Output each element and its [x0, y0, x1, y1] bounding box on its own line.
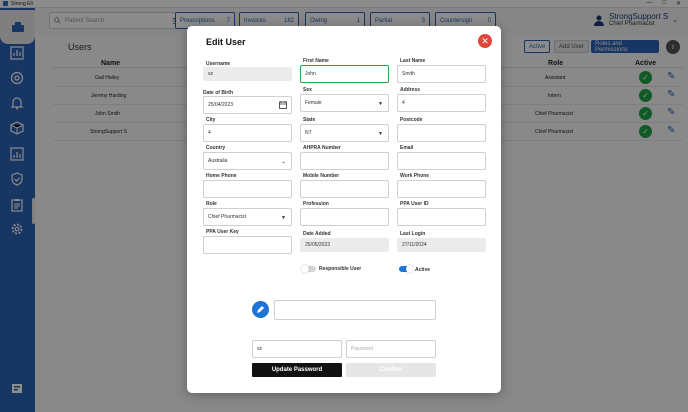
close-icon[interactable]: ✕	[478, 34, 492, 48]
update-password-button[interactable]: Update Password	[252, 363, 342, 377]
ppa-user-key-field[interactable]	[203, 236, 292, 254]
role-label: Role	[206, 201, 217, 207]
username-field[interactable]: sz	[203, 67, 292, 81]
calendar-icon[interactable]	[279, 101, 287, 109]
dob-field[interactable]: 25/04/2023	[203, 96, 292, 114]
address-label: Address	[400, 87, 421, 93]
ppa-user-key-label: PPA User Key	[206, 229, 239, 235]
signature-field[interactable]	[274, 300, 436, 320]
ahpra-label: AHPRA Number	[303, 145, 341, 151]
home-phone-label: Home Phone	[206, 173, 237, 179]
mobile-field[interactable]	[300, 180, 389, 198]
last-login-field: 27/11/2024	[397, 238, 486, 252]
ahpra-field[interactable]	[300, 152, 389, 170]
edit-user-dialog: Edit User ✕ Username sz First Name John …	[187, 26, 501, 393]
state-label: State	[303, 117, 316, 123]
role-select[interactable]: Chief Pharmacist ▼	[203, 208, 292, 226]
city-field[interactable]: 4	[203, 124, 292, 142]
responsible-user-label: Responsible User	[319, 266, 362, 272]
state-value: NT	[305, 130, 312, 136]
date-added-label: Date Added	[303, 231, 331, 237]
modal-title: Edit User	[206, 37, 246, 47]
role-value: Chief Pharmacist	[208, 214, 247, 220]
first-name-field[interactable]: John	[300, 65, 389, 83]
active-toggle-label: Active	[415, 267, 431, 273]
ppa-user-id-label: PPA User ID	[400, 201, 429, 207]
city-label: City	[206, 117, 216, 123]
caret-down-icon: ▼	[378, 131, 383, 137]
ppa-user-id-field[interactable]	[397, 208, 486, 226]
caret-down-icon: ▼	[378, 101, 383, 107]
sex-value: Female	[305, 100, 322, 106]
profession-field[interactable]	[300, 208, 389, 226]
pen-icon	[257, 306, 264, 313]
state-select[interactable]: NT ▼	[300, 124, 389, 142]
postcode-label: Postcode	[400, 117, 423, 123]
profession-label: Profession	[303, 201, 329, 207]
last-login-label: Last Login	[400, 231, 426, 237]
postcode-field[interactable]	[397, 124, 486, 142]
responsible-user-toggle[interactable]	[301, 265, 316, 273]
toggle-knob	[406, 265, 414, 273]
country-select[interactable]: Australia ⌄	[203, 152, 292, 170]
signature-button[interactable]	[252, 301, 269, 318]
last-name-label: Last Name	[400, 58, 426, 64]
sex-select[interactable]: Female ▼	[300, 94, 389, 112]
mobile-label: Mobile Number	[303, 173, 340, 179]
email-label: Email	[400, 145, 414, 151]
email-field[interactable]	[397, 152, 486, 170]
first-name-label: First Name	[303, 58, 329, 64]
sex-label: Sex	[303, 87, 312, 93]
work-phone-field[interactable]	[397, 180, 486, 198]
dob-value: 25/04/2023	[208, 102, 234, 108]
password-field[interactable]: Password	[346, 340, 436, 358]
caret-down-icon: ▼	[281, 215, 286, 221]
work-phone-label: Work Phone	[400, 173, 430, 179]
confirm-button[interactable]: Confirm	[346, 363, 436, 377]
chevron-down-icon: ⌄	[280, 159, 286, 165]
active-toggle[interactable]	[399, 265, 414, 273]
last-name-field[interactable]: Smith	[397, 65, 486, 83]
date-added-field: 25/05/2023	[300, 238, 389, 252]
toggle-knob	[301, 265, 309, 273]
country-label: Country	[206, 145, 226, 151]
country-value: Australia	[208, 158, 228, 164]
address-field[interactable]: 4	[397, 94, 486, 112]
home-phone-field[interactable]	[203, 180, 292, 198]
password-username-field[interactable]: sz	[252, 340, 342, 358]
